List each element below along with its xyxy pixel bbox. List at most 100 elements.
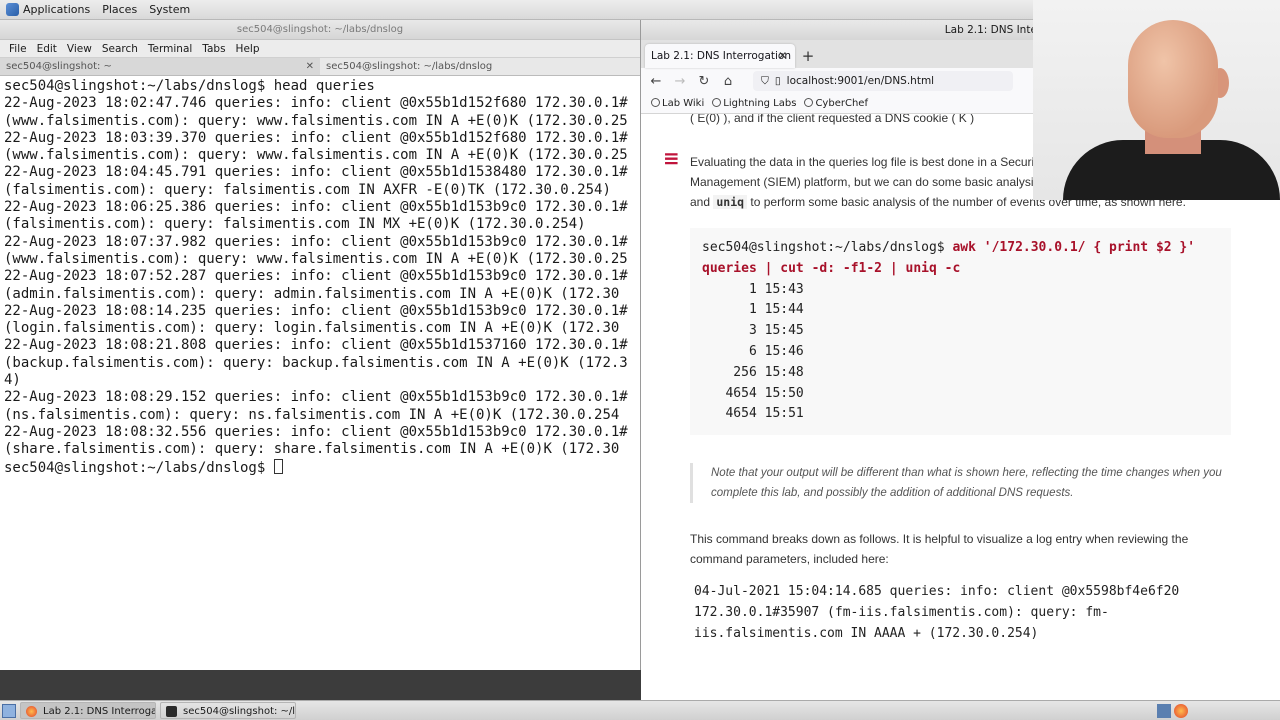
forward-arrow-icon[interactable]: → — [673, 74, 687, 89]
bookmark-label: Lightning Labs — [723, 98, 797, 109]
terminal-tab-home[interactable]: sec504@slingshot: ~ ✕ — [0, 58, 320, 75]
places-label: Places — [102, 3, 138, 16]
code-output-line: 6 15:46 — [702, 343, 804, 359]
menu-edit[interactable]: Edit — [32, 43, 62, 55]
terminal-line: 22-Aug-2023 18:02:47.746 queries: info: … — [4, 95, 628, 112]
bookmark-lab-wiki[interactable]: Lab Wiki — [651, 98, 704, 109]
terminal-line: 22-Aug-2023 18:06:25.386 queries: info: … — [4, 199, 628, 216]
terminal-line: 22-Aug-2023 18:08:29.152 queries: info: … — [4, 389, 628, 406]
desktop-background — [0, 670, 641, 700]
browser-tab[interactable]: Lab 2.1: DNS Interrogation ✕ — [645, 44, 795, 68]
task-firefox[interactable]: Lab 2.1: DNS Interroga... — [20, 702, 156, 719]
back-arrow-icon[interactable]: ← — [649, 74, 663, 89]
system-tray — [1157, 703, 1280, 718]
taskbar: Lab 2.1: DNS Interroga... sec504@slingsh… — [0, 700, 1280, 720]
menu-terminal[interactable]: Terminal — [143, 43, 197, 55]
globe-icon — [651, 98, 660, 107]
bookmark-label: CyberChef — [815, 98, 868, 109]
menu-view[interactable]: View — [62, 43, 97, 55]
terminal-tab-label: sec504@slingshot: ~ — [6, 61, 112, 72]
terminal-titlebar[interactable]: sec504@slingshot: ~/labs/dnslog — [0, 20, 640, 40]
code-output-line: 1 15:43 — [702, 281, 804, 297]
home-icon[interactable]: ⌂ — [721, 74, 735, 89]
close-icon[interactable]: ✕ — [306, 58, 314, 75]
reload-icon[interactable]: ↻ — [697, 74, 711, 89]
bookmark-cyberchef[interactable]: CyberChef — [804, 98, 868, 109]
distro-logo-icon — [6, 3, 19, 16]
show-desktop-icon[interactable] — [2, 703, 16, 718]
code-prompt: sec504@slingshot:~/labs/dnslog$ — [702, 240, 953, 255]
terminal-tab-label: sec504@slingshot: ~/labs/dnslog — [326, 61, 493, 72]
code-block: sec504@slingshot:~/labs/dnslog$ awk '/17… — [690, 228, 1231, 436]
code-output: 1 15:43 1 15:44 3 15:45 6 15:46 256 15:4… — [702, 280, 1219, 426]
terminal-line: (www.falsimentis.com): query: www.falsim… — [4, 147, 628, 164]
menu-search[interactable]: Search — [97, 43, 143, 55]
terminal-window[interactable]: sec504@slingshot: ~/labs/dnslog File Edi… — [0, 20, 641, 670]
terminal-line: (ns.falsimentis.com): query: ns.falsimen… — [4, 406, 620, 423]
terminal-line: 22-Aug-2023 18:08:14.235 queries: info: … — [4, 302, 628, 319]
terminal-line: (admin.falsimentis.com): query: admin.fa… — [4, 285, 620, 302]
presenter-head — [1128, 20, 1218, 138]
terminal-line: (falsimentis.com): query: falsimentis.co… — [4, 216, 586, 233]
code-output-line: 1 15:44 — [702, 302, 804, 318]
chef-icon — [804, 98, 814, 107]
terminal-line: 22-Aug-2023 18:07:52.287 queries: info: … — [4, 268, 628, 285]
globe-icon — [712, 98, 722, 107]
terminal-line: (www.falsimentis.com): query: www.falsim… — [4, 112, 628, 129]
terminal-icon — [166, 706, 177, 717]
places-menu[interactable]: Places — [96, 3, 143, 16]
terminal-tabbar: sec504@slingshot: ~ ✕ sec504@slingshot: … — [0, 58, 640, 76]
bookmark-label: Lab Wiki — [662, 98, 705, 109]
system-menu[interactable]: System — [143, 3, 196, 16]
terminal-output[interactable]: sec504@slingshot:~/labs/dnslog$ head que… — [0, 77, 640, 670]
task-label: Lab 2.1: DNS Interroga... — [43, 706, 156, 717]
terminal-line: 22-Aug-2023 18:08:21.808 queries: info: … — [4, 337, 628, 354]
menu-file[interactable]: File — [4, 43, 32, 55]
task-terminal[interactable]: sec504@slingshot: ~/la... — [160, 702, 296, 719]
terminal-line: (backup.falsimentis.com): query: backup.… — [4, 354, 628, 371]
terminal-line: 22-Aug-2023 18:03:39.370 queries: info: … — [4, 129, 628, 146]
browser-tab-label: Lab 2.1: DNS Interrogation — [651, 50, 791, 62]
code-output-line: 256 15:48 — [702, 364, 804, 380]
firefox-tray-icon[interactable] — [1174, 703, 1188, 718]
log-example: 04-Jul-2021 15:04:14.685 queries: info: … — [690, 581, 1231, 644]
page-content[interactable]: ≡ ( E(0) ), and if the client requested … — [641, 114, 1280, 700]
url-text: localhost:9001/en/DNS.html — [786, 75, 935, 87]
workspace-icon[interactable] — [1157, 703, 1171, 718]
log-example-line: 172.30.0.1#35907 (fm-iis.falsimentis.com… — [694, 605, 1109, 621]
system-label: System — [149, 3, 191, 16]
applications-label: Applications — [23, 3, 91, 16]
terminal-prompt: sec504@slingshot:~/labs/dnslog$ — [4, 459, 274, 476]
text-cursor — [273, 458, 283, 474]
url-bar[interactable]: ⛉ ▯ localhost:9001/en/DNS.html — [753, 71, 1013, 91]
note-blockquote: Note that your output will be different … — [690, 463, 1231, 504]
firefox-icon — [26, 706, 37, 717]
terminal-line: (share.falsimentis.com): query: share.fa… — [4, 441, 620, 458]
terminal-line: (falsimentis.com): query: falsimentis.co… — [4, 181, 611, 198]
terminal-line: 22-Aug-2023 18:04:45.791 queries: info: … — [4, 164, 628, 181]
close-tab-icon[interactable]: ✕ — [778, 44, 787, 68]
terminal-menubar: File Edit View Search Terminal Tabs Help — [0, 40, 640, 58]
terminal-line: 22-Aug-2023 18:08:32.556 queries: info: … — [4, 423, 628, 440]
terminal-prompt-line: sec504@slingshot:~/labs/dnslog$ — [4, 458, 636, 477]
menu-tabs[interactable]: Tabs — [197, 43, 230, 55]
new-tab-button[interactable]: + — [795, 44, 821, 68]
page-icon: ▯ — [774, 75, 781, 87]
inline-code-uniq: uniq — [713, 195, 748, 209]
code-output-line: 3 15:45 — [702, 323, 804, 339]
code-output-line: 4654 15:51 — [702, 406, 804, 422]
terminal-tab-dnslog[interactable]: sec504@slingshot: ~/labs/dnslog — [320, 58, 640, 75]
bookmark-lightning-labs[interactable]: Lightning Labs — [712, 98, 796, 109]
terminal-lines: sec504@slingshot:~/labs/dnslog$ head que… — [4, 78, 636, 459]
terminal-line: (login.falsimentis.com): query: login.fa… — [4, 320, 620, 337]
webcam-overlay — [1033, 0, 1280, 200]
task-label: sec504@slingshot: ~/la... — [183, 706, 296, 717]
applications-menu[interactable]: Applications — [0, 3, 96, 16]
shield-icon[interactable]: ⛉ — [761, 75, 769, 88]
menu-help[interactable]: Help — [231, 43, 265, 55]
hamburger-menu-icon[interactable]: ≡ — [663, 146, 680, 170]
terminal-line: 4) — [4, 372, 21, 389]
log-example-line: 04-Jul-2021 15:04:14.685 queries: info: … — [694, 584, 1180, 600]
terminal-line: (www.falsimentis.com): query: www.falsim… — [4, 250, 628, 267]
code-output-line: 4654 15:50 — [702, 385, 804, 401]
